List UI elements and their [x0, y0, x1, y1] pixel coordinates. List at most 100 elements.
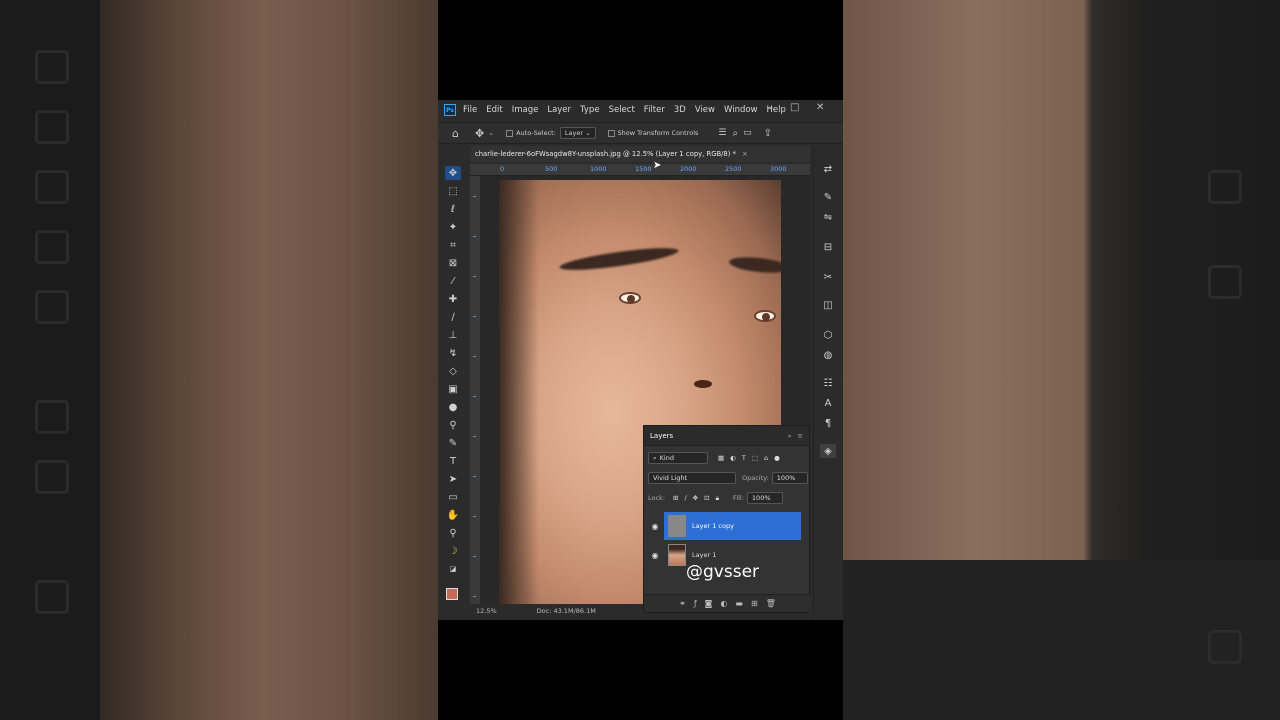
doc-info: Doc: 43.1M/86.1M — [536, 607, 596, 615]
zoom-tool[interactable]: ⚲ — [445, 526, 461, 540]
filter-toggle-icon[interactable]: ● — [774, 454, 780, 462]
zoom-level[interactable]: 12.5% — [476, 607, 497, 615]
move-tool-icon[interactable]: ✥ — [475, 127, 484, 140]
chevron-down-icon[interactable]: ⌄ — [488, 129, 494, 137]
layer-row-layer-1-copy[interactable]: ◉ Layer 1 copy — [644, 512, 811, 540]
menu-filter[interactable]: Filter — [644, 105, 665, 115]
layers-panel-title[interactable]: Layers — [650, 432, 673, 440]
auto-select-label: Auto-Select: — [516, 129, 556, 137]
menu-view[interactable]: View — [695, 105, 715, 115]
channels-icon[interactable]: ☷ — [820, 376, 836, 390]
auto-select-target-dropdown[interactable]: Layer ⌄ — [559, 127, 596, 139]
auto-select-checkbox[interactable] — [506, 129, 514, 137]
menu-3d[interactable]: 3D — [674, 105, 686, 115]
move-tool[interactable]: ✥ — [445, 166, 461, 180]
brush-tool[interactable]: ∕ — [445, 310, 461, 324]
opacity-field[interactable]: 100% — [771, 472, 808, 484]
show-transform-checkbox[interactable] — [607, 129, 615, 137]
group-folder-icon[interactable]: ▬ — [735, 599, 743, 608]
healing-brush-tool[interactable]: ✚ — [445, 292, 461, 306]
home-icon[interactable]: ⌂ — [452, 127, 459, 140]
filter-pixel-icon[interactable]: ▦ — [718, 454, 724, 462]
lock-all-icon[interactable]: 🔒︎ — [716, 494, 719, 503]
filter-adjustment-icon[interactable]: ◐ — [730, 454, 736, 462]
crop-tool[interactable]: ⌗ — [445, 238, 461, 252]
adjustment-layer-icon[interactable]: ◐ — [720, 599, 727, 608]
document-tab[interactable]: charlie-lederer-6oFWsagdw8Y-unsplash.jpg… — [470, 146, 810, 162]
default-colors-icon[interactable]: ◪ — [445, 562, 461, 576]
dodge-tool[interactable]: ⚲ — [445, 418, 461, 432]
search-icon[interactable]: ⌕ — [733, 128, 739, 139]
history-icon[interactable]: ⇄ — [820, 162, 836, 176]
banana-icon[interactable]: ☽ — [445, 544, 461, 558]
menu-edit[interactable]: Edit — [486, 105, 502, 115]
menu-bar: Ps File Edit Image Layer Type Select Fil… — [438, 100, 843, 120]
frame-tool[interactable]: ⊠ — [445, 256, 461, 270]
menu-image[interactable]: Image — [512, 105, 539, 115]
libraries-icon[interactable]: ◫ — [820, 298, 836, 312]
lock-position-icon[interactable]: ✥ — [693, 494, 698, 502]
share-icon[interactable]: ⇪ — [764, 128, 772, 139]
filter-type-icon[interactable]: T — [742, 454, 746, 462]
menu-layer[interactable]: Layer — [547, 105, 571, 115]
blend-mode-dropdown[interactable]: Vivid Light — [648, 472, 736, 484]
magic-wand-tool[interactable]: ✦ — [445, 220, 461, 234]
properties-icon[interactable]: ⊟ — [820, 240, 836, 254]
layer-name[interactable]: Layer 1 — [692, 551, 716, 559]
eyedropper-tool[interactable]: ⁄ — [445, 274, 461, 288]
menu-file[interactable]: File — [463, 105, 477, 115]
hand-tool[interactable]: ✋ — [445, 508, 461, 522]
path-selection-tool[interactable]: ➤ — [445, 472, 461, 486]
menu-window[interactable]: Window — [724, 105, 758, 115]
tab-close-icon[interactable]: × — [742, 150, 748, 158]
character-icon[interactable]: A — [820, 396, 836, 410]
fx-icon[interactable]: ƒ — [694, 599, 697, 608]
layer-name[interactable]: Layer 1 copy — [692, 522, 734, 530]
ruler-mark: 0 — [500, 165, 505, 173]
visibility-eye-icon[interactable]: ◉ — [648, 522, 662, 531]
filter-shape-icon[interactable]: ⬚ — [752, 454, 758, 462]
adjustments-icon[interactable]: ⇋ — [820, 210, 836, 224]
visibility-eye-icon[interactable]: ◉ — [648, 551, 662, 560]
paragraph-icon[interactable]: ¶ — [820, 416, 836, 430]
tools-icon[interactable]: ✂ — [820, 270, 836, 284]
minimize-icon[interactable]: – — [768, 102, 773, 113]
type-tool[interactable]: T — [445, 454, 461, 468]
lock-artboard-icon[interactable]: ⊡ — [704, 494, 709, 502]
menu-select[interactable]: Select — [609, 105, 635, 115]
filter-kind-dropdown[interactable]: ⌕ Kind — [648, 452, 708, 464]
clone-stamp-tool[interactable]: ⊥ — [445, 328, 461, 342]
lasso-tool[interactable]: ℓ — [445, 202, 461, 216]
gradient-tool[interactable]: ▣ — [445, 382, 461, 396]
pen-tool[interactable]: ✎ — [445, 436, 461, 450]
panel-menu-icon[interactable]: ≡ — [798, 432, 803, 440]
eraser-tool[interactable]: ◇ — [445, 364, 461, 378]
collapse-icon[interactable]: » — [788, 432, 792, 440]
align-icon[interactable]: ☰ — [718, 128, 726, 138]
blur-tool[interactable]: ● — [445, 400, 461, 414]
color-icon[interactable]: ◍ — [820, 348, 836, 362]
maximize-icon[interactable]: □ — [790, 102, 799, 113]
fill-field[interactable]: 100% — [746, 492, 783, 504]
filter-smart-object-icon[interactable]: ⌂ — [764, 454, 768, 462]
link-icon[interactable]: ⚭ — [679, 599, 686, 608]
trash-icon[interactable]: 🗑︎ — [766, 599, 776, 608]
fill-value: 100% — [751, 494, 771, 502]
brush-settings-icon[interactable]: ✎ — [820, 190, 836, 204]
3d-cube-icon[interactable]: ⬡ — [820, 328, 836, 342]
marquee-tool[interactable]: ⬚ — [445, 184, 461, 198]
ghost-crop-icon — [35, 50, 69, 84]
rectangle-tool[interactable]: ▭ — [445, 490, 461, 504]
lock-image-icon[interactable]: ∕ — [684, 494, 686, 502]
mask-icon[interactable]: ◙ — [705, 599, 713, 608]
history-brush-tool[interactable]: ↯ — [445, 346, 461, 360]
close-icon[interactable]: ✕ — [816, 102, 824, 113]
foreground-color-swatch[interactable] — [446, 588, 458, 600]
lock-transparent-icon[interactable]: ⊞ — [673, 494, 678, 502]
menu-type[interactable]: Type — [580, 105, 600, 115]
photoshop-window: Ps File Edit Image Layer Type Select Fil… — [438, 100, 843, 620]
new-layer-icon[interactable]: ⊞ — [751, 599, 758, 608]
layers-panel-footer: ⚭ ƒ ◙ ◐ ▬ ⊞ 🗑︎ — [644, 594, 811, 612]
layers-icon[interactable]: ◈ — [820, 444, 836, 458]
workspace-icon[interactable]: ▭ — [743, 128, 752, 138]
